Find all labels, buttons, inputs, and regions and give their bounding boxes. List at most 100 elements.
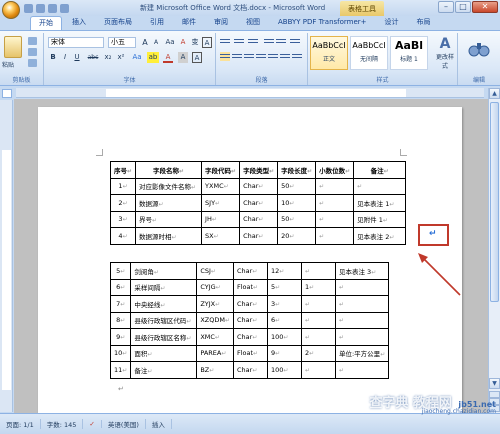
font-size-select[interactable]: 小五 — [108, 37, 136, 48]
table-cell[interactable]: 6↵ — [109, 278, 132, 296]
table-cell[interactable]: SJY↵ — [201, 194, 241, 212]
format-painter-icon[interactable] — [28, 59, 37, 67]
table-cell[interactable]: 3↵ — [109, 210, 137, 228]
table-cell[interactable]: Char↵ — [232, 262, 268, 280]
char-border-button[interactable]: A — [192, 52, 202, 63]
line-spacing-icon[interactable] — [280, 52, 290, 61]
paste-button[interactable] — [4, 36, 22, 58]
align-left-icon[interactable] — [220, 52, 230, 61]
status-insert-mode[interactable]: 插入 — [146, 419, 172, 429]
table-cell[interactable]: 9↵ — [109, 328, 132, 346]
numbering-icon[interactable] — [234, 37, 244, 46]
table-cell[interactable]: 县级行政辖区代码↵ — [130, 311, 198, 329]
table-cell[interactable]: ↵ — [353, 177, 407, 195]
tab-mailings[interactable]: 邮件 — [174, 16, 204, 30]
strikethrough-button[interactable]: abc — [86, 52, 100, 63]
status-page[interactable]: 页面: 1/1 — [0, 419, 41, 429]
header-cell[interactable]: 字段长度↵ — [277, 161, 317, 179]
table-cell[interactable]: Float↵ — [232, 278, 268, 296]
table-cell[interactable]: Char↵ — [239, 194, 279, 212]
table-cell[interactable]: 9↵ — [266, 344, 302, 362]
table-cell[interactable]: Char↵ — [239, 210, 279, 228]
superscript-button[interactable]: x² — [115, 52, 127, 63]
table-cell[interactable]: 剑阅角↵ — [130, 262, 198, 280]
table-cell[interactable]: 5↵ — [266, 278, 302, 296]
field-table-part-1[interactable]: 序号↵ 字段名称↵ 字段代码↵ 字段类型↵ 字段长度↵ 小数位数↵ 备注↵ 1↵… — [109, 161, 407, 245]
header-cell[interactable]: 字段代码↵ — [201, 161, 241, 179]
table-cell[interactable]: ↵ — [334, 295, 390, 313]
vertical-scrollbar[interactable]: ▲ ▼ — [488, 88, 500, 413]
table-cell[interactable]: 2↵ — [300, 344, 336, 362]
table-cell[interactable]: Char↵ — [232, 361, 268, 379]
table-cell[interactable]: Char↵ — [239, 227, 279, 245]
document-area[interactable]: 序号↵ 字段名称↵ 字段代码↵ 字段类型↵ 字段长度↵ 小数位数↵ 备注↵ 1↵… — [14, 99, 488, 413]
table-cell[interactable]: 50↵ — [277, 210, 317, 228]
table-cell[interactable]: 见本表注 2↵ — [353, 227, 407, 245]
table-cell[interactable]: ↵ — [300, 328, 336, 346]
field-table-part-2[interactable]: 5↵ 剑阅角↵ CSJ↵ Char↵ 12↵ ↵ 见本表注 3↵ 6↵ 采样间隔… — [109, 262, 390, 379]
table-cell[interactable]: Char↵ — [232, 328, 268, 346]
change-styles-button[interactable]: A 更改样式 — [434, 36, 456, 70]
vertical-ruler[interactable] — [0, 100, 13, 412]
redo-icon[interactable] — [48, 3, 57, 13]
close-button[interactable]: ✕ — [472, 1, 498, 13]
table-cell[interactable]: 6↵ — [266, 311, 302, 329]
header-cell[interactable]: 字段名称↵ — [135, 161, 203, 179]
italic-button[interactable]: I — [60, 52, 70, 63]
table-cell[interactable]: 7↵ — [109, 295, 132, 313]
distributed-icon[interactable] — [268, 52, 278, 61]
highlight-button[interactable]: ab — [147, 52, 159, 63]
table-cell[interactable]: 10↵ — [109, 344, 132, 362]
table-cell[interactable]: ↵ — [334, 361, 390, 379]
table-cell[interactable]: ZYJX↵ — [196, 295, 234, 313]
table-cell[interactable]: 5↵ — [109, 262, 132, 280]
table-cell[interactable]: CSJ↵ — [196, 262, 234, 280]
table-cell[interactable]: YXMC↵ — [201, 177, 241, 195]
table-cell[interactable]: CYJG↵ — [196, 278, 234, 296]
decrease-indent-icon[interactable] — [264, 37, 274, 46]
table-cell[interactable]: JH↵ — [201, 210, 241, 228]
table-cell[interactable]: 界号↵ — [135, 210, 203, 228]
header-cell[interactable]: 序号↵ — [109, 161, 137, 179]
table-cell[interactable]: 见附件 1↵ — [353, 210, 407, 228]
change-case-button[interactable]: Aa — [163, 37, 177, 48]
table-cell[interactable]: 100↵ — [266, 361, 302, 379]
table-cell[interactable]: 备注↵ — [130, 361, 198, 379]
status-word-count[interactable]: 字数: 145 — [41, 419, 84, 429]
tab-insert[interactable]: 插入 — [64, 16, 94, 30]
header-cell[interactable]: 小数位数↵ — [315, 161, 355, 179]
style-normal[interactable]: AaBbCcI 正文 — [310, 36, 348, 70]
table-cell[interactable]: ↵ — [334, 311, 390, 329]
tab-abbyy[interactable]: ABBYY PDF Transformer+ — [270, 16, 375, 30]
table-cell[interactable]: 8↵ — [109, 311, 132, 329]
style-no-spacing[interactable]: AaBbCcI 无间隔 — [350, 36, 388, 70]
binoculars-icon[interactable] — [468, 39, 490, 59]
table-cell[interactable]: Char↵ — [232, 311, 268, 329]
table-cell[interactable]: 县级行政辖区名称↵ — [130, 328, 198, 346]
table-cell[interactable]: ↵ — [334, 278, 390, 296]
enclose-char-button[interactable]: A — [202, 37, 212, 48]
tab-layout[interactable]: 布局 — [409, 16, 439, 30]
table-cell[interactable]: PAREA↵ — [196, 344, 234, 362]
table-cell[interactable]: 20↵ — [277, 227, 317, 245]
text-effect-button[interactable]: Aa — [130, 52, 144, 63]
table-cell[interactable]: ↵ — [300, 361, 336, 379]
header-cell[interactable]: 字段类型↵ — [239, 161, 279, 179]
table-cell[interactable]: 1↵ — [109, 177, 137, 195]
shading-icon[interactable] — [292, 52, 302, 61]
scroll-up-icon[interactable]: ▲ — [489, 88, 500, 99]
document-page[interactable]: 序号↵ 字段名称↵ 字段代码↵ 字段类型↵ 字段长度↵ 小数位数↵ 备注↵ 1↵… — [38, 107, 462, 413]
shrink-font-button[interactable]: A — [151, 37, 161, 48]
table-cell[interactable]: ↵ — [334, 328, 390, 346]
scroll-down-icon[interactable]: ▼ — [489, 378, 500, 389]
table-cell[interactable]: XMC↵ — [196, 328, 234, 346]
table-cell[interactable]: 11↵ — [109, 361, 132, 379]
table-cell[interactable]: ↵ — [300, 311, 336, 329]
table-cell[interactable]: 对应影像文件名称↵ — [135, 177, 203, 195]
table-cell[interactable]: 数据源时相↵ — [135, 227, 203, 245]
table-cell[interactable]: ↵ — [300, 295, 336, 313]
table-cell[interactable]: 1↵ — [300, 278, 336, 296]
spelling-check-icon[interactable]: ✓ — [83, 420, 102, 428]
table-cell[interactable]: BZ↵ — [196, 361, 234, 379]
minimize-button[interactable]: – — [438, 1, 454, 13]
